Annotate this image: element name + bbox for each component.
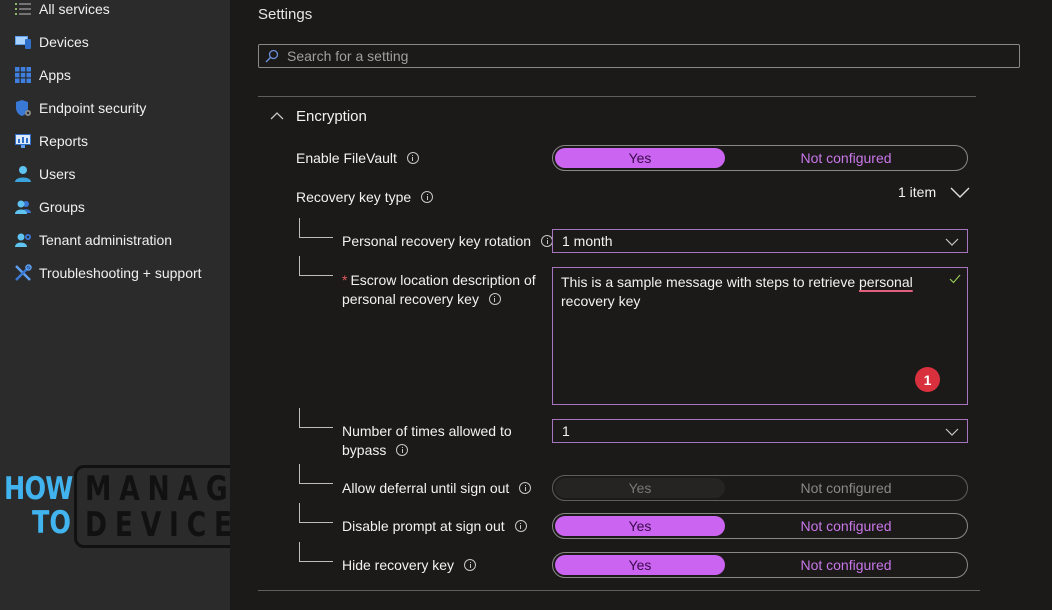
label-text: Disable prompt at sign out: [342, 518, 505, 534]
sidebar-item-label: Reports: [39, 133, 89, 149]
label-text: Enable FileVault: [296, 150, 397, 166]
sidebar-item-devices[interactable]: Devices: [14, 30, 89, 54]
recovery-key-type-expander[interactable]: 1 item: [898, 184, 970, 200]
option-not-configured[interactable]: Not configured: [725, 555, 967, 575]
sidebar-item-label: Endpoint security: [39, 100, 147, 116]
sidebar-item-label: Tenant administration: [39, 232, 173, 248]
chevron-down-icon: [950, 187, 970, 198]
hide-recovery-label: Hide recovery key: [342, 556, 477, 575]
tenant-admin-icon: [14, 231, 32, 249]
text-part: This is a sample message with steps to r…: [561, 274, 860, 290]
search-box[interactable]: [258, 44, 1020, 68]
encryption-section-toggle[interactable]: Encryption: [270, 104, 367, 128]
hide-recovery-toggle[interactable]: Yes Not configured: [552, 552, 968, 578]
required-marker: *: [342, 272, 348, 288]
text-part: recovery key: [561, 293, 641, 309]
logo-how: HOW: [4, 471, 73, 507]
allow-deferral-label: Allow deferral until sign out: [342, 479, 532, 498]
label-text: Hide recovery key: [342, 557, 455, 573]
apps-grid-icon: [14, 66, 32, 84]
search-icon: [265, 49, 279, 63]
option-yes[interactable]: Yes: [555, 516, 725, 536]
sidebar-item-label: All services: [39, 1, 110, 17]
option-yes[interactable]: Yes: [555, 148, 725, 168]
logo-box: MANAGE DEVICES: [74, 465, 259, 548]
info-icon[interactable]: [488, 293, 501, 306]
wrench-screwdriver-icon: [14, 264, 32, 282]
info-icon[interactable]: [406, 152, 419, 165]
sidebar-item-all-services[interactable]: All services: [14, 0, 110, 21]
info-icon[interactable]: [421, 191, 434, 204]
disable-prompt-toggle[interactable]: Yes Not configured: [552, 513, 968, 539]
label-text: Recovery key type: [296, 189, 412, 205]
info-icon[interactable]: [464, 559, 477, 572]
label-text: Personal recovery key rotation: [342, 233, 532, 249]
label-text: Number of times allowed to bypass: [342, 423, 512, 458]
sidebar-item-label: Apps: [39, 67, 71, 83]
chevron-down-icon: [945, 428, 959, 436]
section-divider-top: [258, 96, 976, 97]
sidebar-item-users[interactable]: Users: [14, 162, 76, 186]
sidebar-nav: All services Devices Apps Endpoint secur…: [0, 0, 259, 610]
sidebar-item-label: Users: [39, 166, 76, 182]
user-icon: [14, 165, 32, 183]
shield-gear-icon: [14, 99, 32, 117]
devices-icon: [14, 33, 32, 51]
tree-connector: [299, 503, 333, 523]
list-icon: [14, 0, 32, 18]
info-icon[interactable]: [514, 520, 527, 533]
dropdown-value: 1 month: [562, 233, 613, 249]
sidebar-item-label: Troubleshooting + support: [39, 265, 202, 281]
section-divider-bottom: [258, 590, 980, 591]
info-icon[interactable]: [396, 444, 409, 457]
sidebar-item-endpoint-security[interactable]: Endpoint security: [14, 96, 146, 120]
settings-panel: Settings Encryption Enable FileVault Yes…: [230, 0, 1052, 610]
rotation-dropdown[interactable]: 1 month: [552, 229, 968, 253]
tree-connector: [299, 464, 333, 484]
group-icon: [14, 198, 32, 216]
item-count: 1 item: [898, 184, 937, 200]
sidebar-item-reports[interactable]: Reports: [14, 129, 88, 153]
dropdown-value: 1: [562, 423, 570, 439]
sidebar-item-label: Groups: [39, 199, 85, 215]
sidebar-item-label: Devices: [39, 34, 89, 50]
monitor-chart-icon: [14, 132, 32, 150]
enable-filevault-toggle[interactable]: Yes Not configured: [552, 145, 968, 171]
option-yes[interactable]: Yes: [555, 555, 725, 575]
disable-prompt-label: Disable prompt at sign out: [342, 517, 527, 536]
step-badge: 1: [915, 367, 940, 392]
tree-connector: [299, 542, 333, 562]
checkmark-icon: [949, 274, 961, 284]
sidebar-item-troubleshooting-support[interactable]: Troubleshooting + support: [14, 261, 202, 285]
tree-connector: [299, 256, 333, 276]
option-not-configured[interactable]: Not configured: [725, 148, 967, 168]
label-text: Allow deferral until sign out: [342, 480, 510, 496]
option-yes[interactable]: Yes: [555, 478, 725, 498]
escrow-description-textarea[interactable]: This is a sample message with steps to r…: [552, 267, 968, 405]
misspelled-word: personal: [859, 274, 913, 290]
chevron-up-icon: [270, 112, 284, 120]
info-icon[interactable]: [519, 482, 532, 495]
sidebar-item-groups[interactable]: Groups: [14, 195, 85, 219]
logo-to: TO: [32, 505, 71, 541]
tree-connector: [299, 408, 333, 428]
watermark-logo: HOW TO MANAGE DEVICES: [4, 465, 259, 548]
label-text: Escrow location description of personal …: [342, 272, 536, 307]
tree-connector: [299, 218, 333, 238]
sidebar-item-tenant-administration[interactable]: Tenant administration: [14, 228, 172, 252]
page-title: Settings: [258, 6, 313, 23]
bypass-label: Number of times allowed to bypass: [342, 422, 532, 460]
option-not-configured[interactable]: Not configured: [725, 478, 967, 498]
bypass-dropdown[interactable]: 1: [552, 419, 968, 443]
enable-filevault-label: Enable FileVault: [296, 149, 419, 168]
search-input[interactable]: [287, 48, 987, 64]
rotation-label: Personal recovery key rotation: [342, 232, 554, 251]
recovery-key-type-label: Recovery key type: [296, 188, 434, 207]
option-not-configured[interactable]: Not configured: [725, 516, 967, 536]
section-title: Encryption: [296, 107, 367, 125]
chevron-down-icon: [945, 238, 959, 246]
allow-deferral-toggle[interactable]: Yes Not configured: [552, 475, 968, 501]
sidebar-item-apps[interactable]: Apps: [14, 63, 71, 87]
escrow-label: * Escrow location description of personal…: [342, 271, 542, 309]
